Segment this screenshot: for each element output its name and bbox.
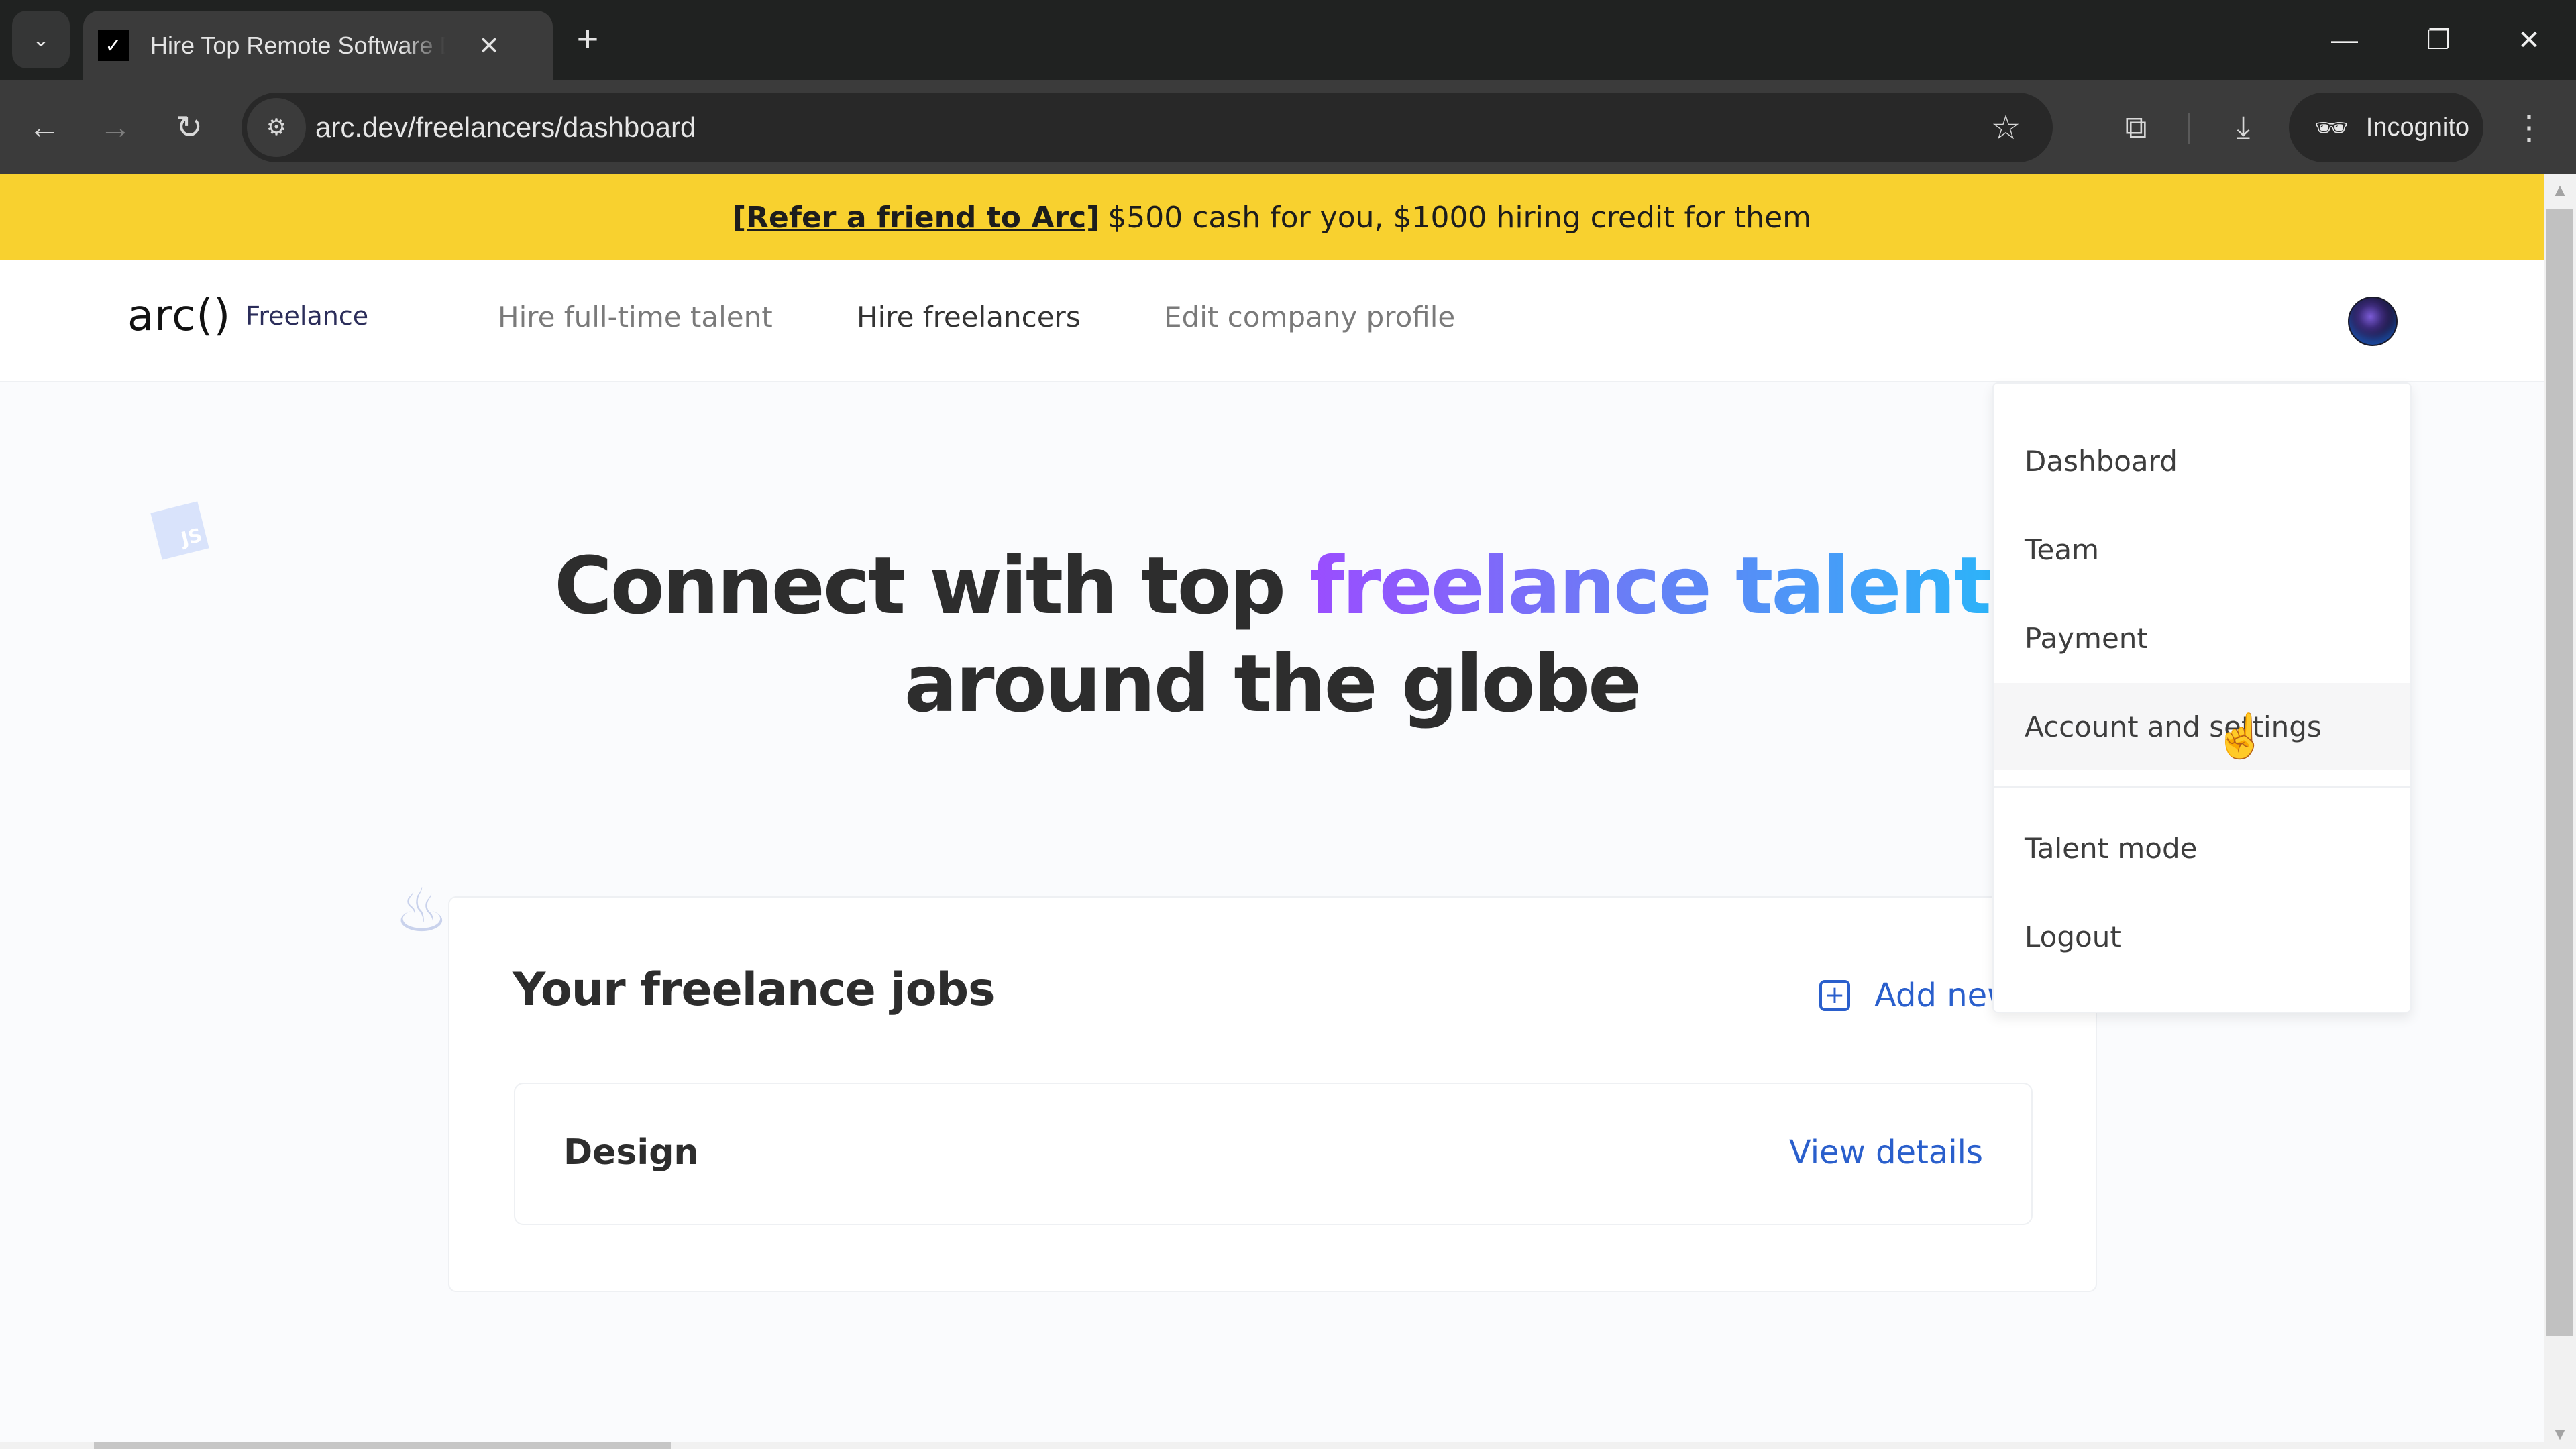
hero-line2: around the globe — [904, 637, 1642, 730]
download-icon[interactable]: ⤓ — [2216, 101, 2270, 154]
horizontal-scrollbar-thumb[interactable] — [94, 1442, 671, 1449]
url-text[interactable]: arc.dev/freelancers/dashboard — [315, 93, 696, 162]
freelance-jobs-card: Your freelance jobs + Add new Design Vie… — [448, 896, 2097, 1292]
scrollbar-thumb[interactable] — [2546, 209, 2573, 1336]
incognito-badge[interactable]: 🕶 Incognito — [2289, 93, 2483, 162]
menu-item-talent-mode[interactable]: Talent mode — [1994, 804, 2410, 892]
extensions-icon[interactable]: ⧉ — [2109, 101, 2163, 154]
tab-search-button[interactable]: ⌄ — [12, 11, 70, 68]
scroll-up-arrow-icon[interactable]: ▲ — [2544, 174, 2576, 205]
scroll-down-arrow-icon[interactable]: ▼ — [2544, 1418, 2576, 1449]
page-viewport: [Refer a friend to Arc] $500 cash for yo… — [0, 174, 2544, 1449]
job-name: Design — [564, 1132, 699, 1173]
back-button[interactable]: ← — [17, 101, 71, 154]
vertical-scrollbar[interactable]: ▲ ▼ — [2544, 174, 2576, 1449]
menu-item-team[interactable]: Team — [1994, 506, 2410, 593]
logo-mark: arc() — [127, 291, 231, 341]
java-icon: ♨ — [394, 877, 449, 945]
browser-toolbar: ← → ↻ ⚙ arc.dev/freelancers/dashboard ☆ … — [0, 80, 2576, 174]
tab-strip: ⌄ ✓ Hire Top Remote Software Developers … — [0, 0, 2576, 80]
view-details-link[interactable]: View details — [1789, 1134, 1983, 1171]
banner-text: $500 cash for you, $1000 hiring credit f… — [1108, 200, 1812, 235]
chevron-down-icon: ⌄ — [32, 28, 50, 51]
menu-item-logout[interactable]: Logout — [1994, 893, 2410, 980]
menu-divider — [1994, 786, 2410, 788]
nav-edit-company-profile[interactable]: Edit company profile — [1164, 301, 1455, 333]
toolbar-divider — [2188, 113, 2190, 144]
browser-tab[interactable]: ✓ Hire Top Remote Software Developers ✕ — [83, 11, 553, 80]
horizontal-scrollbar[interactable] — [0, 1442, 2544, 1449]
site-header: arc() Freelance Hire full-time talent Hi… — [0, 260, 2544, 382]
logo-subtitle: Freelance — [246, 301, 369, 331]
nav-hire-freelancers[interactable]: Hire freelancers — [857, 301, 1081, 333]
address-bar[interactable]: ⚙ arc.dev/freelancers/dashboard ☆ — [241, 93, 2053, 162]
arc-favicon-icon: ✓ — [98, 30, 129, 61]
hero-line1-plain: Connect with top — [554, 539, 1310, 632]
incognito-label: Incognito — [2365, 113, 2470, 142]
restore-button[interactable]: ❐ — [2402, 13, 2475, 67]
nav-hire-full-time[interactable]: Hire full-time talent — [498, 301, 773, 333]
tab-close-icon[interactable]: ✕ — [472, 31, 506, 61]
user-avatar[interactable] — [2348, 297, 2398, 346]
menu-item-dashboard[interactable]: Dashboard — [1994, 417, 2410, 504]
refer-friend-link[interactable]: [Refer a friend to Arc] — [733, 201, 1099, 235]
menu-item-account-settings[interactable]: Account and settings — [1994, 683, 2410, 770]
forward-button[interactable]: → — [89, 101, 142, 154]
menu-item-payment[interactable]: Payment — [1994, 594, 2410, 682]
site-info-icon[interactable]: ⚙ — [247, 98, 306, 157]
user-menu-dropdown: Dashboard Team Payment Account and setti… — [1992, 382, 2412, 1013]
new-tab-button[interactable]: + — [568, 19, 608, 59]
plus-square-icon: + — [1819, 980, 1850, 1011]
add-new-job-button[interactable]: + Add new — [1819, 977, 2013, 1014]
reload-button[interactable]: ↻ — [162, 101, 216, 154]
jobs-title: Your freelance jobs — [513, 963, 996, 1016]
incognito-icon: 🕶 — [2314, 113, 2349, 143]
tab-title: Hire Top Remote Software Developers — [150, 32, 445, 59]
bookmark-star-icon[interactable]: ☆ — [1986, 107, 2026, 148]
hand-cursor-icon: ☝ — [2214, 712, 2267, 760]
close-window-button[interactable]: ✕ — [2492, 13, 2566, 67]
logo[interactable]: arc() Freelance — [127, 291, 368, 341]
hero-highlight: freelance talent — [1309, 539, 1992, 632]
job-row: Design View details — [514, 1083, 2033, 1225]
browser-menu-icon[interactable]: ⋮ — [2509, 101, 2549, 154]
minimize-button[interactable]: — — [2308, 13, 2381, 67]
referral-banner: [Refer a friend to Arc] $500 cash for yo… — [0, 174, 2544, 260]
